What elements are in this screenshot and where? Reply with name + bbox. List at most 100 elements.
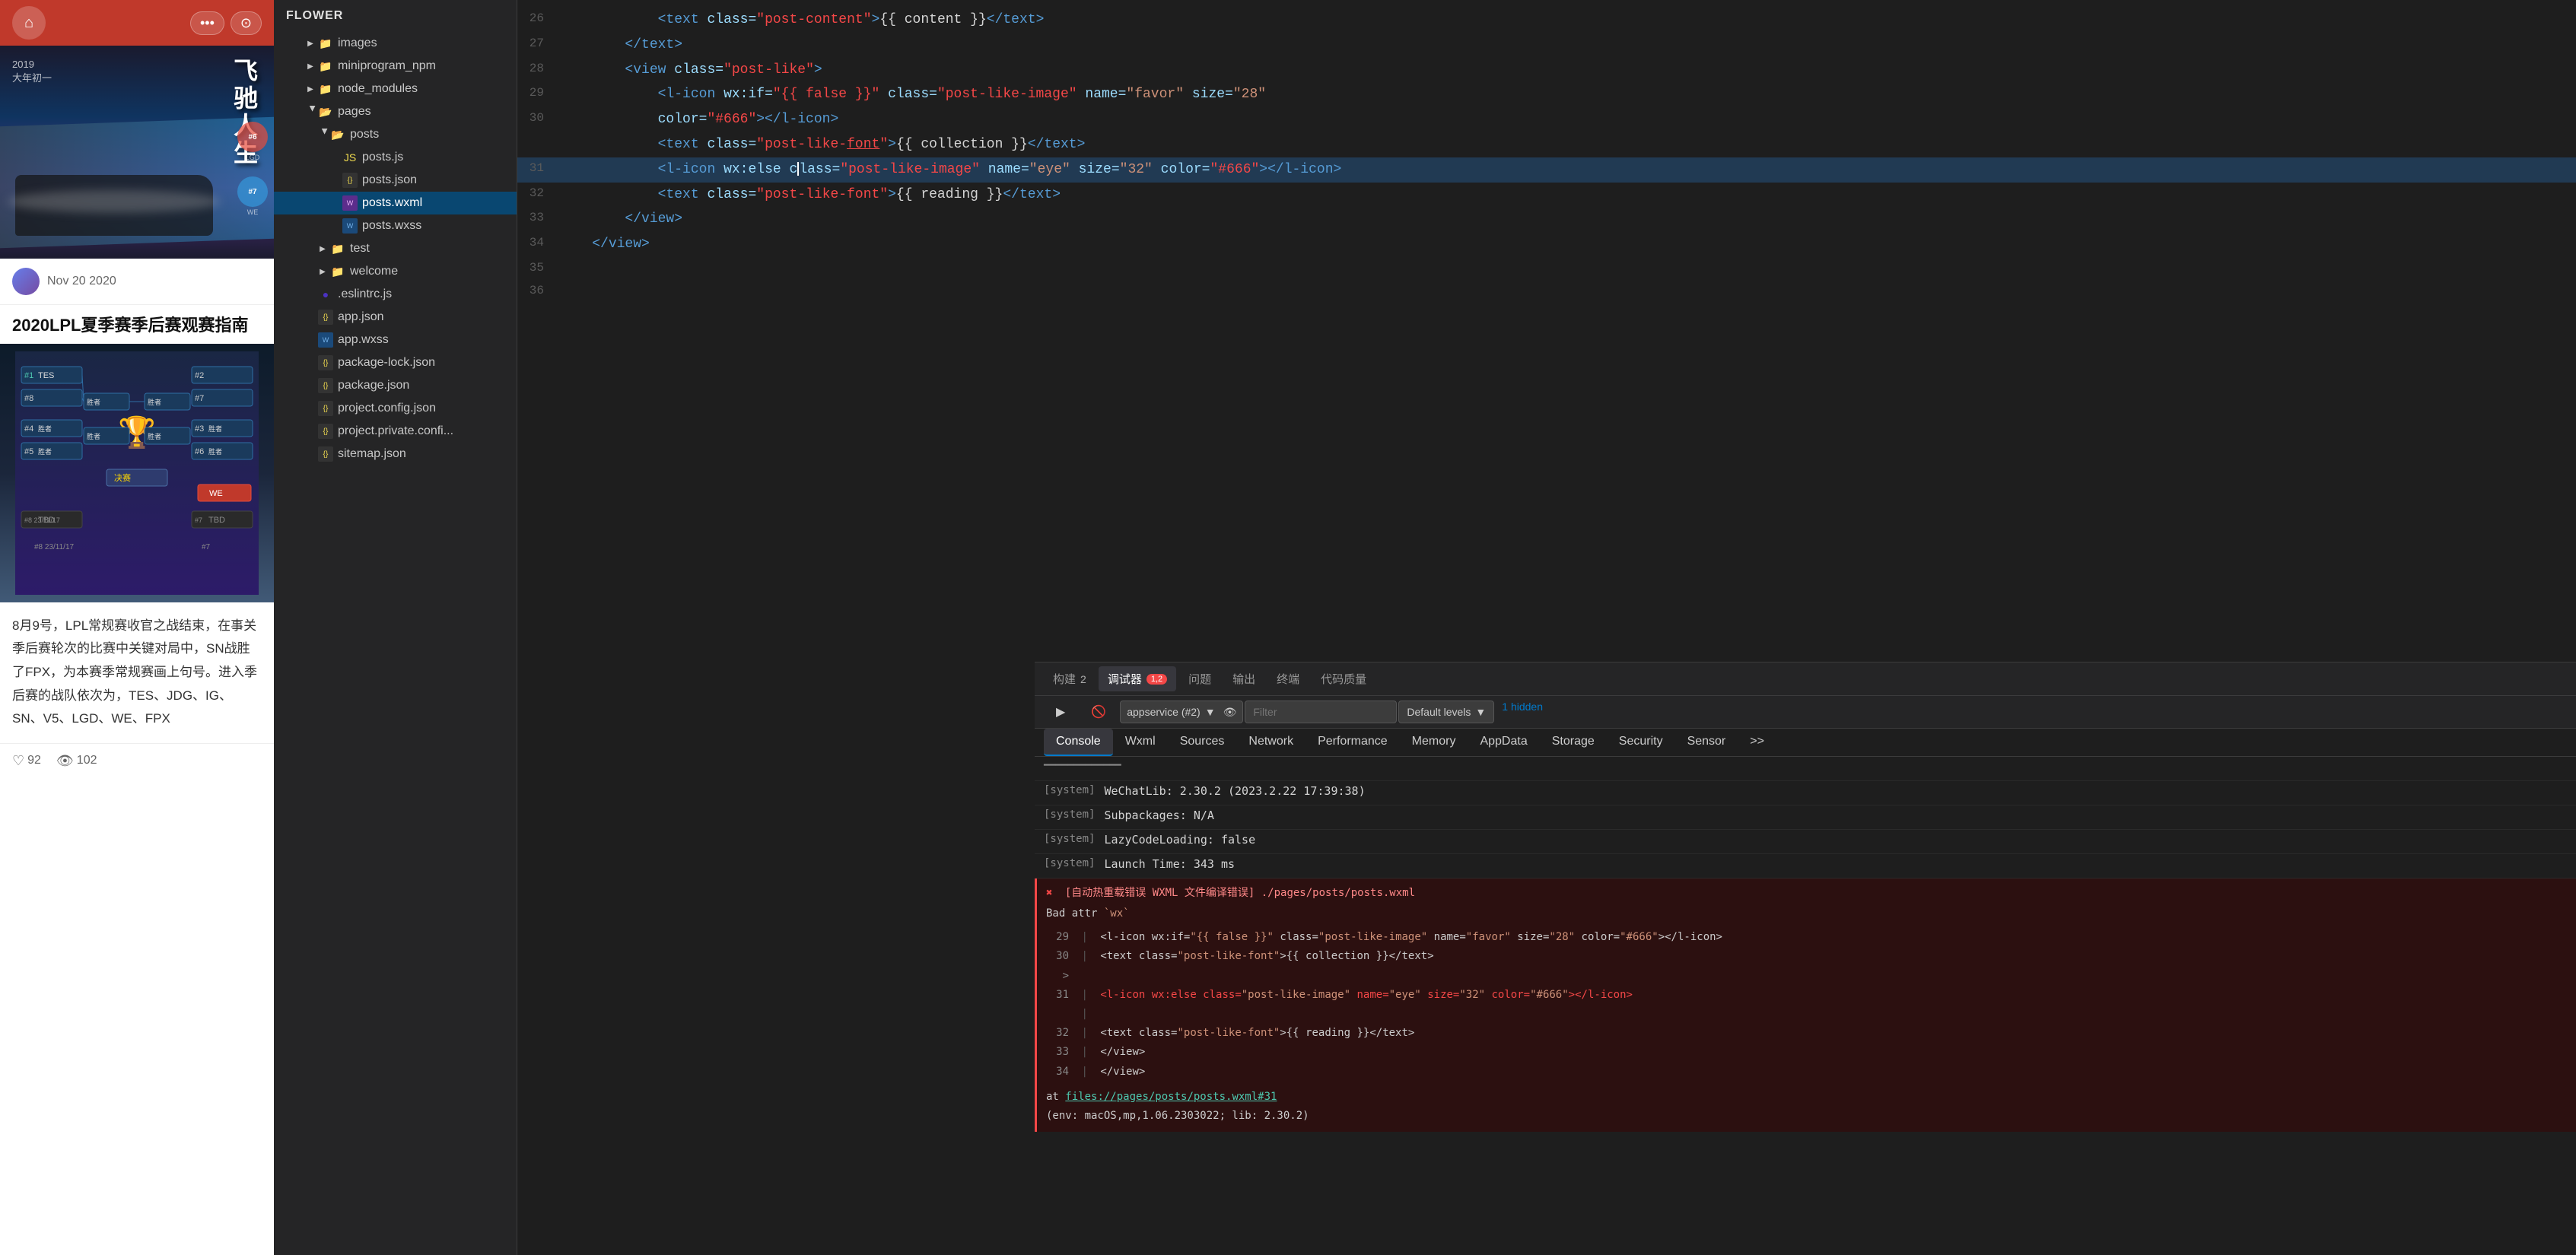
subtab-storage[interactable]: Storage	[1540, 729, 1607, 756]
tab-problems[interactable]: 问题	[1179, 666, 1220, 691]
tab-terminal[interactable]: 终端	[1267, 666, 1309, 691]
svg-text:TBD: TBD	[208, 516, 225, 525]
wxss-file-icon: W	[342, 218, 358, 234]
explorer-item-posts-wxml[interactable]: ▶ W posts.wxml	[274, 192, 517, 214]
explorer-item-project-config[interactable]: ▶ {} project.config.json	[274, 397, 517, 420]
code-line-33: 33 </view>	[517, 207, 2576, 232]
explorer-item-images[interactable]: ▶ 📁 images	[274, 32, 517, 55]
svg-text:胜者: 胜者	[208, 448, 222, 456]
explorer-item-miniprogram-npm[interactable]: ▶ 📁 miniprogram_npm	[274, 55, 517, 78]
default-levels-select[interactable]: Default levels ▼	[1398, 701, 1494, 723]
filter-input[interactable]	[1245, 701, 1397, 723]
subtab-console[interactable]: Console	[1044, 729, 1113, 756]
code-line-35: 35	[517, 257, 2576, 280]
explorer-item-app-json[interactable]: ▶ {} app.json	[274, 306, 517, 329]
console-action-execute[interactable]: ▶	[1044, 701, 1077, 723]
console-output: ━━━━━━━━━━━━━ [system] WeChatLib: 2.30.2…	[1035, 757, 2576, 1255]
subtab-appdata[interactable]: AppData	[1468, 729, 1539, 756]
article-title: 2020LPL夏季赛季后赛观赛指南	[0, 305, 274, 344]
svg-text:胜者: 胜者	[208, 425, 222, 433]
svg-text:胜者: 胜者	[87, 399, 100, 406]
bracket-svg: 🏆 #1 TES #8 #4 胜者	[15, 351, 259, 595]
explorer-item-posts-js[interactable]: ▶ JS posts.js	[274, 146, 517, 169]
svg-text:决赛: 决赛	[114, 472, 131, 483]
svg-text:#7: #7	[195, 516, 202, 524]
eye-icon: 👁	[1223, 706, 1237, 719]
phone-controls: ••• ⊙	[190, 11, 262, 35]
svg-text:胜者: 胜者	[38, 425, 52, 433]
explorer-item-sitemap[interactable]: ▶ {} sitemap.json	[274, 443, 517, 465]
wxss-file-icon: W	[318, 332, 333, 348]
explorer-item-package-json[interactable]: ▶ {} package.json	[274, 374, 517, 397]
post-stats: ♡ 92 👁 102	[0, 743, 274, 778]
folder-open-icon: 📂	[330, 127, 345, 142]
console-tabs: ▶ 🚫 appservice (#2) ▼ 👁 Default levels ▼…	[1044, 701, 2576, 723]
hidden-count: 1 hidden	[1502, 701, 1543, 723]
year-overlay: 2019 大年初一	[12, 58, 52, 85]
subtab-memory[interactable]: Memory	[1400, 729, 1468, 756]
code-line-30a: 30 color="#666"></l-icon>	[517, 107, 2576, 132]
appservice-select[interactable]: appservice (#2) ▼ 👁	[1120, 701, 1243, 723]
subtab-network[interactable]: Network	[1236, 729, 1305, 756]
json-file-icon: {}	[318, 378, 333, 393]
avatar	[12, 268, 40, 295]
arrow-icon: ▶	[304, 37, 316, 49]
file-explorer: FLOWER ▶ 📁 images ▶ 📁 miniprogram_npm ▶ …	[274, 0, 517, 1255]
explorer-item-posts-folder[interactable]: ▶ 📂 posts	[274, 123, 517, 146]
code-editor[interactable]: 26 <text class="post-content">{{ content…	[517, 0, 2576, 662]
tab-debugger[interactable]: 调试器 1,2	[1099, 666, 1176, 691]
explorer-item-package-lock[interactable]: ▶ {} package-lock.json	[274, 351, 517, 374]
more-button[interactable]: •••	[190, 11, 224, 35]
like-count: ♡ 92	[12, 753, 41, 769]
record-button[interactable]: ⊙	[231, 11, 262, 35]
explorer-item-eslintrc[interactable]: ▶ ● .eslintrc.js	[274, 283, 517, 306]
explorer-item-posts-json[interactable]: ▶ {} posts.json	[274, 169, 517, 192]
subtab-more[interactable]: >>	[1738, 729, 1776, 756]
explorer-item-project-private[interactable]: ▶ {} project.private.confi...	[274, 420, 517, 443]
svg-text:WE: WE	[209, 489, 223, 498]
code-area: 26 <text class="post-content">{{ content…	[517, 0, 2576, 662]
tab-output[interactable]: 输出	[1223, 666, 1264, 691]
phone-panel: ⌂ ••• ⊙ 2019 大年初一	[0, 0, 274, 1255]
sidebar-icon-6: #6 LGD	[237, 122, 268, 161]
console-subtabs: Console Wxml Sources Network Performance…	[1035, 729, 2576, 757]
svg-text:胜者: 胜者	[38, 448, 52, 456]
svg-text:#8 23/11/17: #8 23/11/17	[34, 543, 75, 551]
error-link[interactable]: files://pages/posts/posts.wxml#31	[1065, 1091, 1277, 1103]
console-action-clear[interactable]: 🚫	[1079, 701, 1118, 723]
svg-text:#5: #5	[24, 447, 33, 456]
tab-code-quality[interactable]: 代码质量	[1312, 666, 1375, 691]
svg-text:胜者: 胜者	[148, 399, 161, 406]
explorer-item-pages[interactable]: ▶ 📂 pages	[274, 100, 517, 123]
subtab-performance[interactable]: Performance	[1305, 729, 1400, 756]
console-toolbar: ▶ 🚫 appservice (#2) ▼ 👁 Default levels ▼…	[1035, 696, 2576, 729]
explorer-item-posts-wxss[interactable]: ▶ W posts.wxss	[274, 214, 517, 237]
home-button[interactable]: ⌂	[12, 6, 46, 40]
phone-screen: 2019 大年初一 飞驰人生 #6 LGD #7	[0, 46, 274, 1255]
error-title: ✖ [自动热重载错误 WXML 文件编译错误] ./pages/posts/po…	[1046, 885, 2576, 900]
view-count: 👁 102	[56, 753, 97, 769]
code-line-32: 32 <text class="post-like-font">{{ readi…	[517, 183, 2576, 208]
subtab-wxml[interactable]: Wxml	[1113, 729, 1168, 756]
svg-text:#2: #2	[195, 371, 204, 380]
explorer-item-app-wxss[interactable]: ▶ W app.wxss	[274, 329, 517, 351]
subtab-sources[interactable]: Sources	[1168, 729, 1237, 756]
devtools-tabs-bar: 构建 2 调试器 1,2 问题 输出 终端 代码质量 ✕	[1035, 662, 2576, 696]
subtab-security[interactable]: Security	[1607, 729, 1675, 756]
folder-icon: 📁	[318, 36, 333, 51]
svg-text:#7: #7	[195, 394, 204, 403]
error-code: Bad attr `wx` 29 | <l-icon wx:if="{{ fal…	[1046, 904, 2576, 1126]
editor-panel: 26 <text class="post-content">{{ content…	[517, 0, 2576, 1255]
chevron-down-icon: ▼	[1475, 706, 1486, 718]
tab-build[interactable]: 构建 2	[1044, 666, 1096, 691]
explorer-item-welcome[interactable]: ▶ 📁 welcome	[274, 260, 517, 283]
explorer-item-test[interactable]: ▶ 📁 test	[274, 237, 517, 260]
json-file-icon: {}	[318, 310, 333, 325]
code-line-34: 34 </view>	[517, 232, 2576, 257]
json-file-icon: {}	[318, 401, 333, 416]
explorer-item-node-modules[interactable]: ▶ 📁 node_modules	[274, 78, 517, 100]
dropdown-icon: ▼	[1205, 706, 1216, 718]
svg-text:#6: #6	[195, 447, 204, 456]
folder-icon: 📁	[318, 81, 333, 97]
subtab-sensor[interactable]: Sensor	[1675, 729, 1738, 756]
